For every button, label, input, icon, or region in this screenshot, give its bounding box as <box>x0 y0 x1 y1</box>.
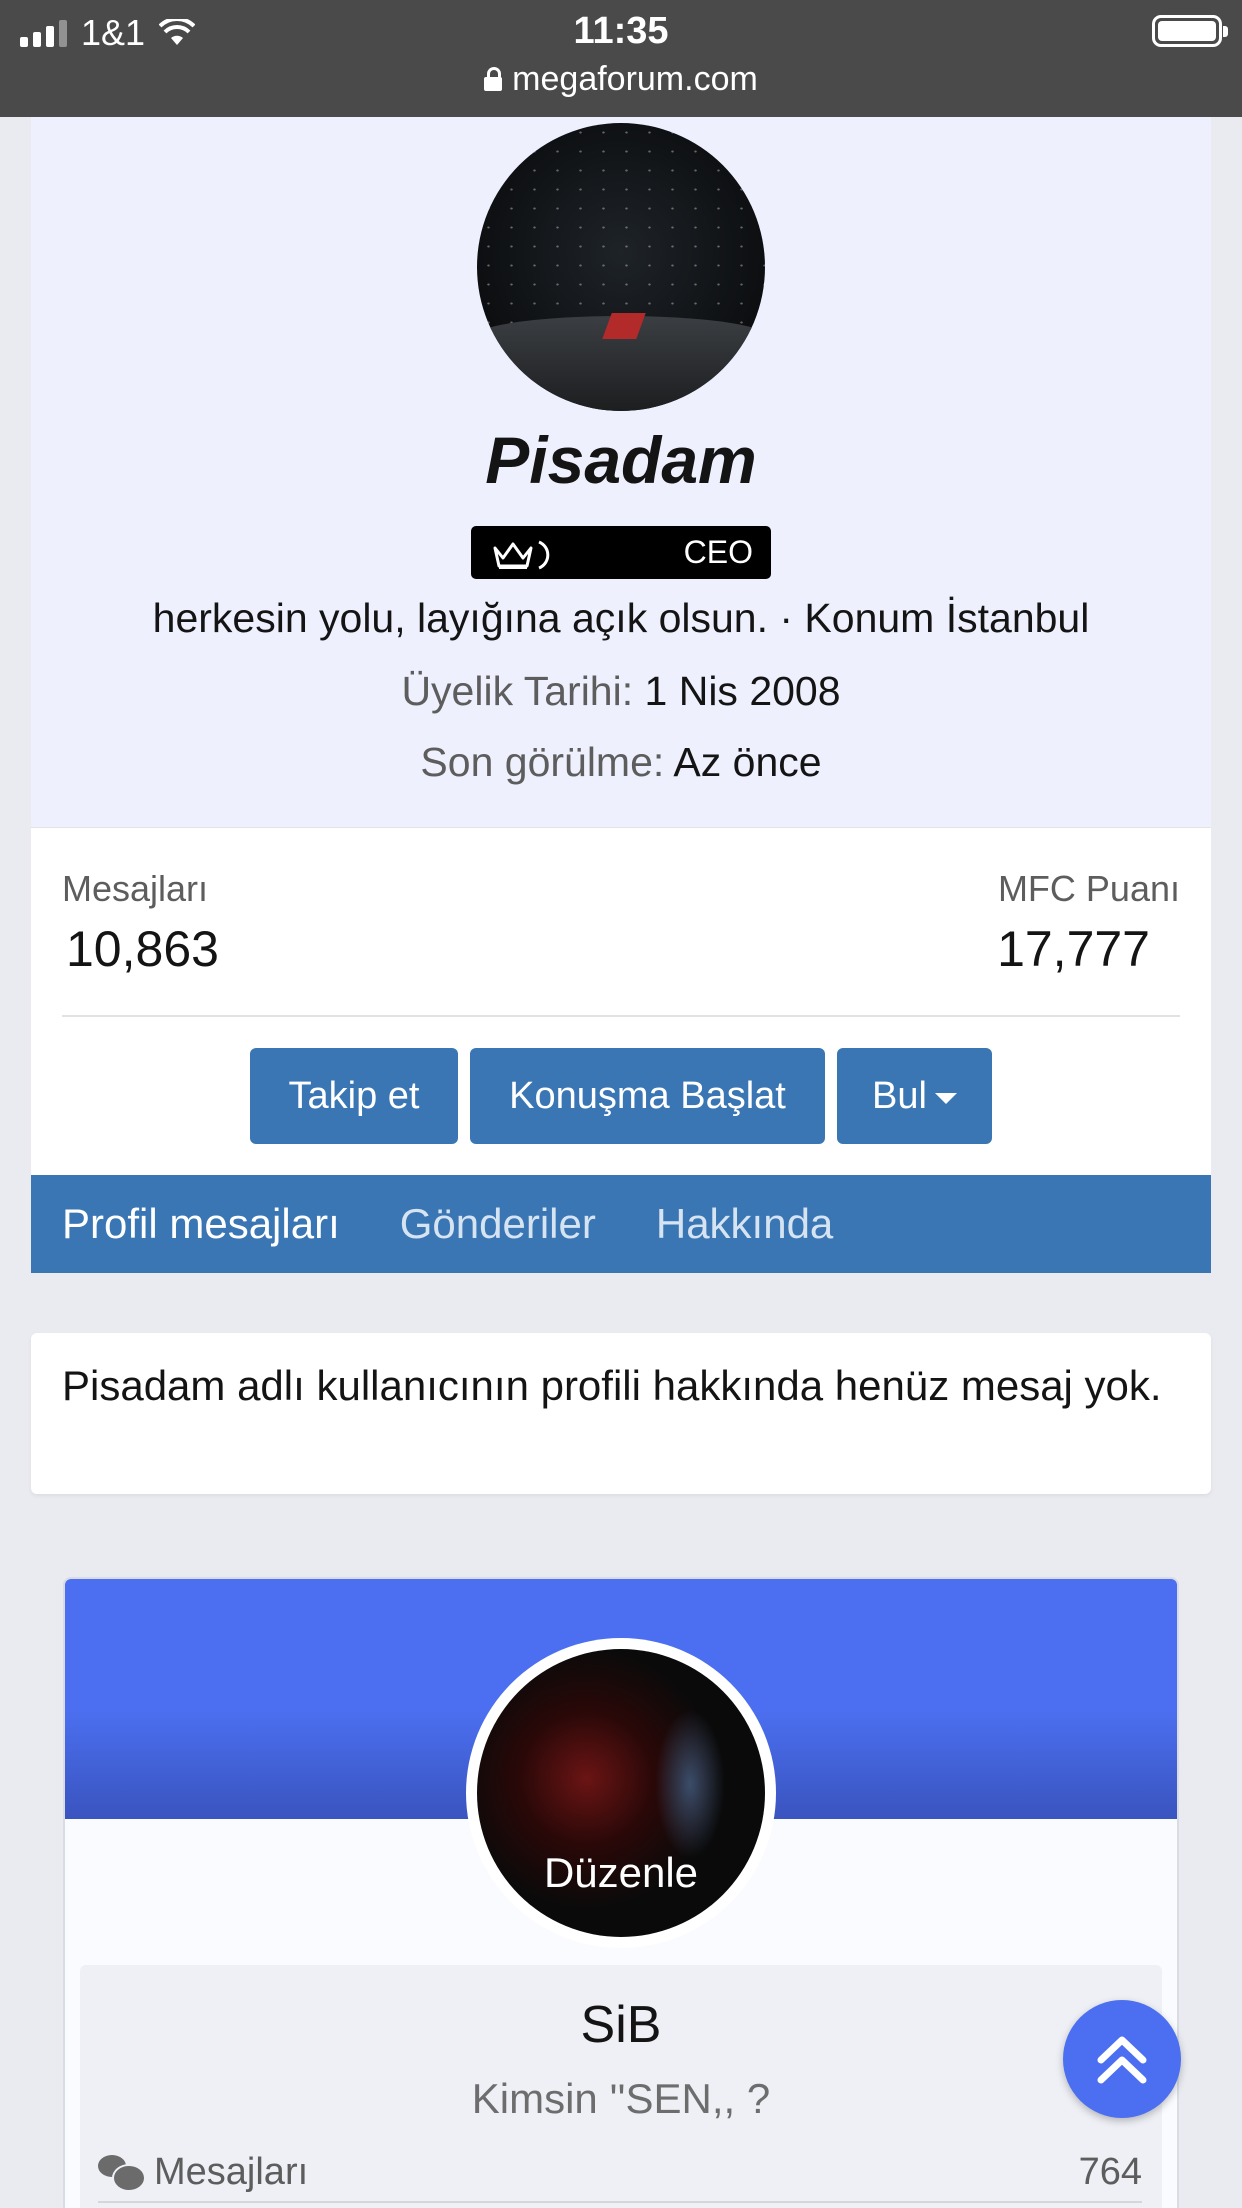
joined-label: Üyelik Tarihi: <box>401 668 634 714</box>
start-conversation-button[interactable]: Konuşma Başlat <box>470 1048 825 1144</box>
seen-value: Az önce <box>673 739 822 785</box>
follow-button-label: Takip et <box>288 1074 420 1117</box>
widget-user-title: Kimsin ''SEN,, ? <box>471 2075 771 2122</box>
status-time: 11:35 <box>573 10 669 52</box>
widget-avatar[interactable]: Düzenle <box>466 1638 776 1948</box>
points-stat[interactable]: MFC Puanı 17,777 <box>997 868 1180 978</box>
battery-icon <box>1152 15 1228 47</box>
find-dropdown-button[interactable]: Bul <box>837 1048 992 1144</box>
comments-icon <box>98 2155 146 2192</box>
url-bar[interactable]: megaforum.com <box>0 60 1242 99</box>
joined-value: 1 Nis 2008 <box>644 668 841 714</box>
follow-button[interactable]: Takip et <box>250 1048 458 1144</box>
widget-body: SiB Kimsin ''SEN,, ? Mesajları 764 <box>80 1965 1162 2208</box>
caret-down-icon <box>934 1092 957 1104</box>
edit-avatar-label[interactable]: Düzenle <box>477 1849 765 1897</box>
browser-top-bar: 1&1 11:35 megaforum.com <box>0 0 1242 117</box>
profile-avatar[interactable] <box>477 123 765 411</box>
points-label: MFC Puanı <box>997 868 1180 909</box>
last-seen: Son görülme: Az önce <box>31 739 1211 786</box>
tab-posts[interactable]: Gönderiler <box>400 1200 596 1248</box>
profile-bio: herkesin yolu, layığına açık olsun. · Ko… <box>152 595 1090 641</box>
profile-tabs: Profil mesajları Gönderiler Hakkında <box>31 1175 1211 1273</box>
crown-icon <box>491 538 550 569</box>
widget-username[interactable]: SiB <box>80 1995 1162 2055</box>
profile-stats: Mesajları 10,863 MFC Puanı 17,777 <box>31 827 1211 1017</box>
widget-messages-label: Mesajları <box>154 2150 309 2193</box>
profile-header: Pisadam CEO herkesin yolu, layığına açık… <box>31 117 1211 827</box>
stats-divider <box>62 1015 1180 1017</box>
empty-messages-notice: Pisadam adlı kullanıcının profili hakkın… <box>31 1333 1211 1494</box>
profile-card: Pisadam CEO herkesin yolu, layığına açık… <box>31 117 1211 1273</box>
user-title-badge: CEO <box>471 526 771 579</box>
messages-stat[interactable]: Mesajları 10,863 <box>62 868 219 978</box>
messages-label: Mesajları <box>62 868 209 909</box>
tab-profile-posts[interactable]: Profil mesajları <box>62 1200 340 1248</box>
widget-messages-row: Mesajları 764 <box>98 2143 1142 2203</box>
seen-label: Son görülme: <box>420 739 665 785</box>
profile-actions: Takip et Konuşma Başlat Bul <box>31 1017 1211 1175</box>
widget-messages-value: 764 <box>1078 2150 1142 2193</box>
find-button-label: Bul <box>872 1074 927 1117</box>
lock-icon <box>484 67 503 91</box>
points-value: 17,777 <box>997 921 1150 977</box>
badge-label: CEO <box>683 534 753 570</box>
profile-username: Pisadam <box>485 423 757 497</box>
url-text: megaforum.com <box>512 60 758 98</box>
messages-value: 10,863 <box>66 921 219 977</box>
widget-avatar-image: Düzenle <box>477 1649 765 1937</box>
joined-date: Üyelik Tarihi: 1 Nis 2008 <box>31 668 1211 715</box>
scroll-to-top-button[interactable] <box>1063 2000 1181 2118</box>
start-conversation-label: Konuşma Başlat <box>509 1074 786 1117</box>
double-chevron-up-icon <box>1097 2036 1147 2084</box>
tab-about[interactable]: Hakkında <box>656 1200 833 1248</box>
member-widget: Düzenle SiB Kimsin ''SEN,, ? Mesajları 7… <box>63 1577 1179 2208</box>
